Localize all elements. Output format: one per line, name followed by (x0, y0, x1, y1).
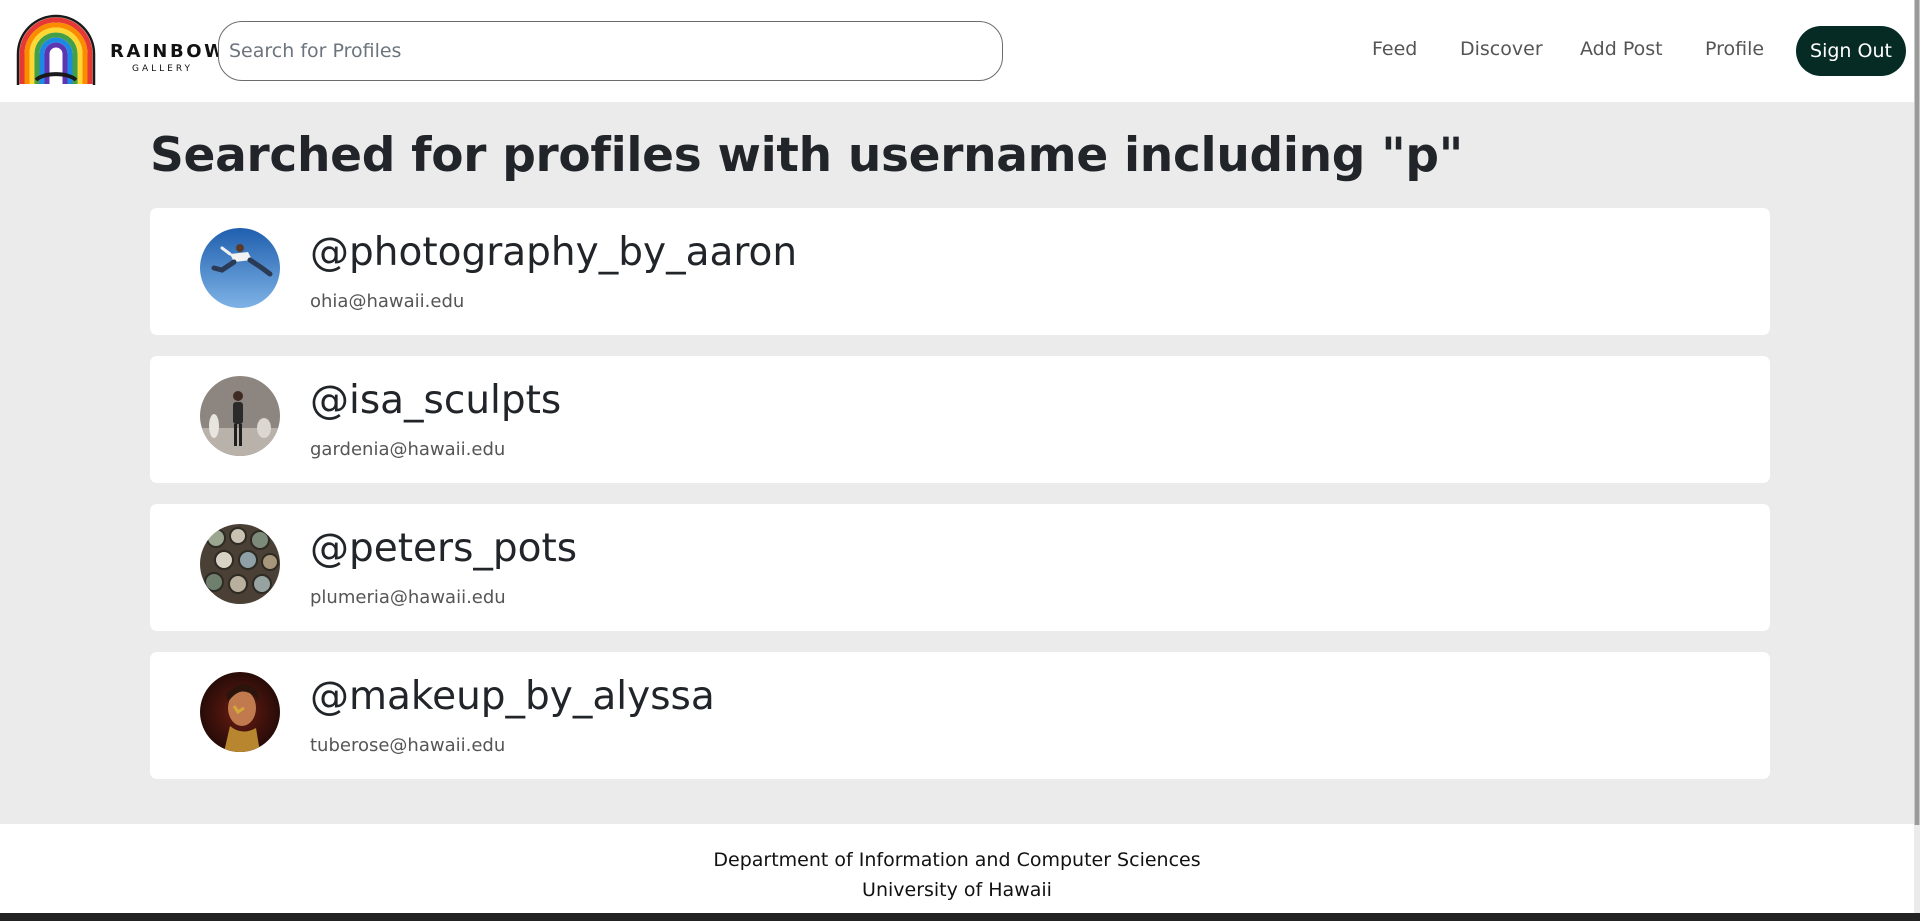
footer-university: University of Hawaii (862, 879, 1052, 901)
ceramic-pots-photo-icon (200, 524, 280, 604)
scrollbar-thumb[interactable] (1915, 0, 1919, 825)
brand-logo[interactable]: RAINBOW GALLERY (16, 14, 224, 88)
taskbar-strip (0, 913, 1920, 921)
avatar[interactable] (200, 672, 280, 752)
brand-name: RAINBOW (110, 41, 227, 62)
avatar[interactable] (200, 228, 280, 308)
nav-feed-link[interactable]: Feed (1372, 38, 1417, 60)
profile-username: @isa_sculpts (310, 378, 562, 423)
page-title: Searched for profiles with username incl… (150, 128, 1463, 183)
footer-department: Department of Information and Computer S… (713, 849, 1201, 871)
sculptor-gallery-photo-icon (200, 376, 280, 456)
makeup-portrait-photo-icon (200, 672, 280, 752)
nav-discover-link[interactable]: Discover (1460, 38, 1543, 60)
rainbow-arch-icon (16, 14, 96, 85)
profile-username: @makeup_by_alyssa (310, 674, 715, 719)
sign-out-button[interactable]: Sign Out (1796, 26, 1906, 76)
nav-profile-link[interactable]: Profile (1705, 38, 1764, 60)
nav-add-post-link[interactable]: Add Post (1580, 38, 1663, 60)
brand-subtitle: GALLERY (132, 64, 194, 74)
profile-card[interactable]: @makeup_by_alyssa tuberose@hawaii.edu (150, 652, 1770, 779)
profile-email: tuberose@hawaii.edu (310, 735, 506, 756)
profile-email: plumeria@hawaii.edu (310, 587, 506, 608)
search-input[interactable] (218, 21, 1003, 81)
jumping-man-photo-icon (200, 228, 280, 308)
avatar[interactable] (200, 376, 280, 456)
profile-email: gardenia@hawaii.edu (310, 439, 506, 460)
profile-username: @photography_by_aaron (310, 230, 798, 275)
profile-card[interactable]: @peters_pots plumeria@hawaii.edu (150, 504, 1770, 631)
navbar: RAINBOW GALLERY Feed Discover Add Post P… (0, 0, 1920, 102)
profile-email: ohia@hawaii.edu (310, 291, 465, 312)
profile-username: @peters_pots (310, 526, 578, 571)
footer: Department of Information and Computer S… (0, 824, 1914, 913)
avatar[interactable] (200, 524, 280, 604)
profile-card[interactable]: @isa_sculpts gardenia@hawaii.edu (150, 356, 1770, 483)
profile-card[interactable]: @photography_by_aaron ohia@hawaii.edu (150, 208, 1770, 335)
